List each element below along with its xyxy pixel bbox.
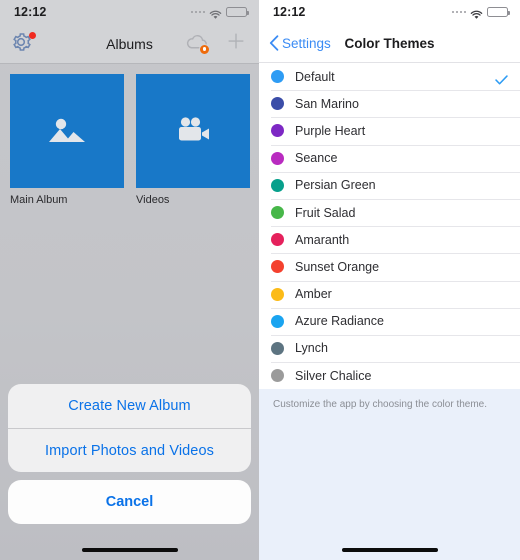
theme-row[interactable]: Amber: [259, 280, 520, 308]
settings-notification-badge: [29, 31, 36, 39]
action-sheet-options: Create New Album Import Photos and Video…: [8, 384, 251, 472]
theme-row[interactable]: Sunset Orange: [259, 253, 520, 280]
cloud-sync-badge: [199, 43, 210, 55]
home-indicator: [81, 548, 178, 552]
color-themes-nav-bar: Settings Color Themes: [259, 24, 520, 62]
album-label: Main Album: [10, 194, 68, 206]
theme-row[interactable]: Seance: [259, 144, 520, 172]
theme-name: Purple Heart: [295, 123, 366, 138]
create-new-album-button[interactable]: Create New Album: [8, 384, 251, 428]
dual-screen-container: 12:12 Albums Main Album Videos Create Ne…: [0, 0, 520, 560]
theme-name: Amaranth: [295, 232, 350, 247]
plus-icon: [228, 33, 244, 49]
color-swatch: [271, 206, 284, 220]
wifi-icon: [470, 7, 483, 19]
cancel-button[interactable]: Cancel: [8, 480, 251, 524]
theme-row[interactable]: Purple Heart: [259, 117, 520, 144]
battery-low-power-icon: [226, 6, 250, 18]
album-item[interactable]: Videos: [136, 74, 250, 206]
settings-button[interactable]: [10, 31, 36, 57]
status-bar-left: 12:12: [0, 0, 259, 24]
color-swatch: [271, 178, 284, 192]
cloud-sync-button[interactable]: [185, 33, 211, 55]
theme-row[interactable]: Fruit Salad: [259, 198, 520, 226]
status-bar-right: 12:12: [259, 0, 520, 24]
theme-row[interactable]: Amaranth: [259, 226, 520, 253]
albums-grid: Main Album Videos: [0, 64, 259, 206]
theme-row[interactable]: Lynch: [259, 334, 520, 362]
theme-name: Seance: [295, 151, 338, 166]
color-swatch: [271, 287, 284, 301]
albums-nav-bar: Albums: [0, 24, 259, 64]
theme-row[interactable]: Persian Green: [259, 171, 520, 199]
color-swatch: [271, 124, 284, 138]
status-bar-indicators: [190, 6, 250, 19]
theme-name: Default: [295, 69, 335, 84]
theme-row[interactable]: Azure Radiance: [259, 307, 520, 335]
status-bar-indicators: [451, 6, 511, 19]
add-album-button[interactable]: [225, 30, 247, 57]
theme-name: Persian Green: [295, 178, 376, 193]
signal-dots-icon: [190, 10, 205, 14]
theme-name: Silver Chalice: [295, 368, 372, 383]
color-swatch: [271, 369, 284, 383]
checkmark-icon: [495, 72, 508, 85]
theme-row[interactable]: San Marino: [259, 90, 520, 117]
theme-name: Lynch: [295, 341, 328, 356]
theme-row[interactable]: Default: [259, 63, 520, 90]
theme-list: Default San Marino Purple Heart Seance P…: [259, 62, 520, 390]
action-sheet: Create New Album Import Photos and Video…: [8, 384, 251, 524]
album-label: Videos: [136, 194, 170, 206]
theme-name: Azure Radiance: [295, 314, 384, 329]
album-item[interactable]: Main Album: [10, 74, 124, 206]
theme-name: Fruit Salad: [295, 205, 356, 220]
theme-row[interactable]: Silver Chalice: [259, 362, 520, 389]
theme-name: Sunset Orange: [295, 259, 380, 274]
albums-nav-actions: [185, 30, 247, 57]
battery-low-power-icon: [487, 6, 511, 18]
color-swatch: [271, 233, 284, 247]
back-button-label: Settings: [282, 35, 331, 51]
album-thumbnail[interactable]: [136, 74, 250, 188]
photo-mountain-icon: [49, 118, 85, 142]
album-thumbnail[interactable]: [10, 74, 124, 188]
footer-note: Customize the app by choosing the color …: [273, 399, 488, 411]
color-swatch: [271, 314, 284, 328]
color-swatch: [271, 70, 284, 84]
signal-dots-icon: [451, 10, 466, 14]
theme-name: San Marino: [295, 96, 359, 111]
import-photos-and-videos-button[interactable]: Import Photos and Videos: [8, 428, 251, 472]
theme-name: Amber: [295, 287, 332, 302]
color-swatch: [271, 341, 284, 355]
color-swatch: [271, 151, 284, 165]
color-themes-screen: 12:12 Settings Color Themes Default San …: [259, 0, 520, 560]
albums-screen: 12:12 Albums Main Album Videos Create Ne…: [0, 0, 259, 560]
chevron-left-icon: [269, 35, 279, 51]
back-to-settings-button[interactable]: Settings: [269, 35, 331, 51]
color-swatch: [271, 260, 284, 274]
color-swatch: [271, 97, 284, 111]
status-bar-time: 12:12: [14, 5, 47, 19]
wifi-icon: [209, 7, 222, 19]
home-indicator: [341, 548, 438, 552]
status-bar-time: 12:12: [273, 5, 306, 19]
video-camera-icon: [179, 117, 209, 141]
